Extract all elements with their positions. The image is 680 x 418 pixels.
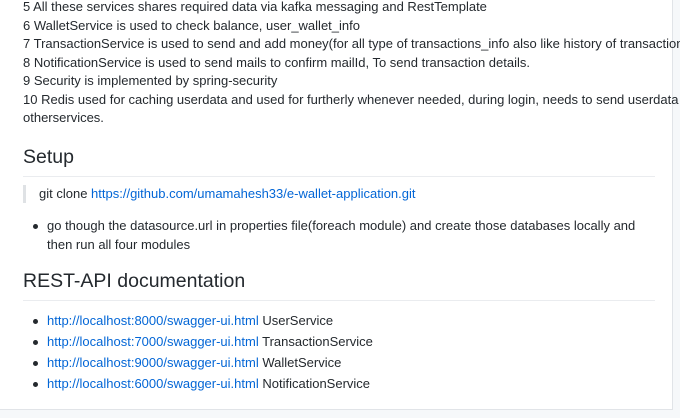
rest-api-heading: REST-API documentation (23, 270, 655, 301)
list-item: go though the datasource.url in properti… (23, 217, 655, 254)
swagger-link-wallet[interactable]: http://localhost:9000/swagger-ui.html (47, 355, 259, 370)
list-item: http://localhost:9000/swagger-ui.html Wa… (23, 354, 655, 373)
bullet-icon (33, 224, 38, 229)
overview-line: 9 Security is implemented by spring-secu… (23, 73, 278, 88)
bullet-icon (33, 361, 38, 366)
overview-line: otherservices. (23, 110, 104, 125)
bullet-icon (33, 340, 38, 345)
overview-lines: 5 All these services shares required dat… (23, 0, 680, 128)
api-doc-list: http://localhost:8000/swagger-ui.html Us… (23, 312, 655, 396)
list-item: http://localhost:6000/swagger-ui.html No… (23, 375, 655, 394)
setup-heading: Setup (23, 146, 655, 177)
bullet-icon (33, 382, 38, 387)
overview-line: 8 NotificationService is used to send ma… (23, 54, 530, 70)
setup-list: go though the datasource.url in properti… (23, 217, 655, 254)
readme-card: 5 All these services shares required dat… (0, 0, 680, 410)
swagger-link-user[interactable]: http://localhost:8000/swagger-ui.html (47, 313, 259, 328)
service-name: WalletService (262, 355, 342, 370)
swagger-link-transaction[interactable]: http://localhost:7000/swagger-ui.html (47, 334, 259, 349)
overview-line: 10 Redis used for caching userdata and u… (23, 91, 680, 107)
repo-link[interactable]: https://github.com/umamahesh33/e-wallet-… (91, 186, 415, 201)
list-item: http://localhost:8000/swagger-ui.html Us… (23, 312, 655, 331)
overview-line: 5 All these services shares required dat… (23, 0, 487, 14)
clone-blockquote: git clone https://github.com/umamahesh33… (23, 185, 416, 203)
service-name: UserService (262, 313, 334, 328)
clone-command-text: git clone (39, 186, 88, 201)
list-item: http://localhost:7000/swagger-ui.html Tr… (23, 333, 655, 352)
service-name: TransactionService (262, 334, 373, 349)
bullet-icon (33, 319, 38, 324)
service-name: NotificationService (262, 376, 371, 391)
swagger-link-notification[interactable]: http://localhost:6000/swagger-ui.html (47, 376, 259, 391)
overview-line: 6 WalletService is used to check balance… (23, 17, 360, 33)
setup-instruction: go though the datasource.url in properti… (47, 218, 636, 252)
overview-line: 7 TransactionService is used to send and… (23, 36, 680, 51)
